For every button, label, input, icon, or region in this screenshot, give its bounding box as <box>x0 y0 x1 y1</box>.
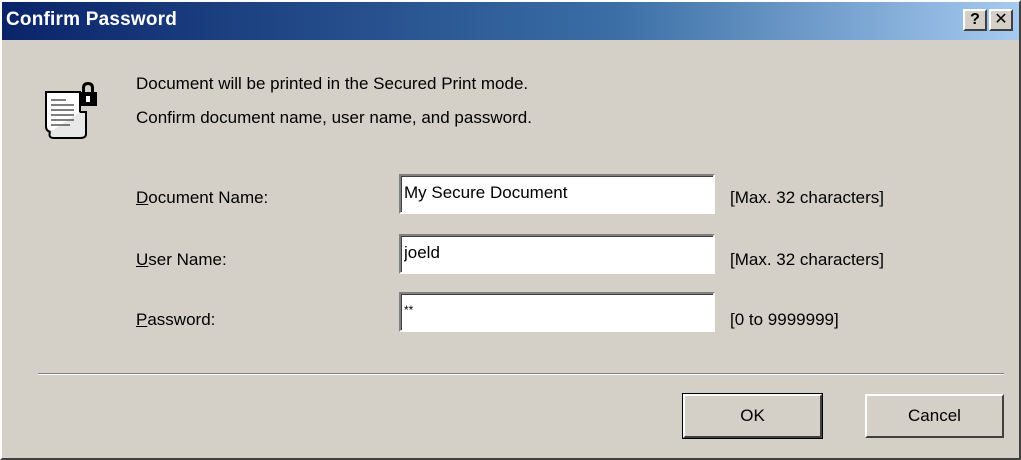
document-lock-icon <box>45 82 97 139</box>
document-name-label: Document Name: <box>136 188 268 208</box>
close-button[interactable]: ✕ <box>989 9 1013 31</box>
password-hint: [0 to 9999999] <box>730 310 839 329</box>
password-label: Password: <box>136 310 215 330</box>
title-bar[interactable]: Confirm Password ? ✕ <box>2 2 1019 40</box>
password-label-text: assword: <box>147 310 216 329</box>
user-name-input[interactable] <box>404 239 704 267</box>
document-name-label-text: ocument Name: <box>148 188 269 207</box>
message-line-2: Confirm document name, user name, and pa… <box>136 108 532 127</box>
document-name-field-box <box>399 174 715 214</box>
cancel-button[interactable]: Cancel <box>865 394 1004 438</box>
password-input[interactable] <box>404 296 704 324</box>
user-name-label-text: ser Name: <box>148 250 227 269</box>
message-line-1: Document will be printed in the Secured … <box>136 74 529 93</box>
separator-highlight <box>38 374 1004 375</box>
user-name-hint: [Max. 32 characters] <box>730 250 885 269</box>
document-name-hint: [Max. 32 characters] <box>730 188 885 207</box>
password-field-box <box>399 292 715 332</box>
document-name-hotkey: D <box>136 188 149 207</box>
user-name-hotkey: U <box>136 250 149 269</box>
user-name-field-box <box>399 234 715 274</box>
user-name-label: User Name: <box>136 250 227 270</box>
window-title: Confirm Password <box>6 9 178 30</box>
help-button[interactable]: ? <box>963 9 987 31</box>
document-name-input[interactable] <box>404 179 704 207</box>
password-hotkey: P <box>136 310 148 329</box>
confirm-password-dialog: Confirm Password ? ✕ Document will be pr… <box>0 0 1021 460</box>
ok-button[interactable]: OK <box>682 393 823 439</box>
